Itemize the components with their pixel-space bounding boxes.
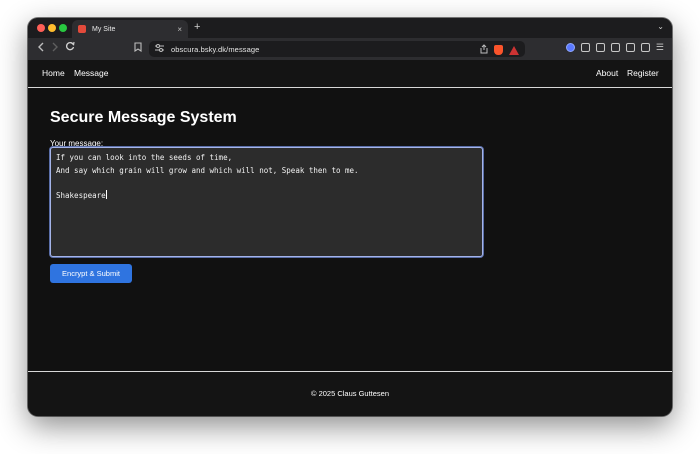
message-text: If you can look into the seeds of time, … [56, 153, 359, 200]
favicon-icon [78, 25, 86, 33]
tab-strip: My Site × + ⌄ [28, 18, 672, 38]
site-settings-icon[interactable] [155, 44, 164, 54]
nav-home-link[interactable]: Home [42, 68, 65, 78]
close-window-button[interactable] [37, 24, 45, 32]
minimize-window-button[interactable] [48, 24, 56, 32]
vpn-icon[interactable] [640, 43, 650, 52]
copyright-text: © 2025 Claus Guttesen [310, 389, 390, 398]
site-navbar: Home Message About Register [28, 60, 672, 88]
nav-register-link[interactable]: Register [627, 68, 659, 78]
chevron-right-icon[interactable] [48, 42, 62, 55]
chevron-left-icon[interactable] [34, 42, 48, 55]
profile-icon[interactable] [565, 43, 575, 52]
brave-rewards-icon[interactable] [509, 45, 519, 55]
tab-list-icon[interactable]: ⌄ [657, 22, 664, 31]
main-content: Secure Message System Your message: If y… [28, 89, 672, 371]
sidebar-icon[interactable] [595, 43, 605, 52]
bookmark-icon[interactable] [134, 42, 142, 54]
leo-icon[interactable] [625, 43, 635, 52]
page-title: Secure Message System [50, 109, 237, 126]
extensions-row: ☰ [565, 43, 664, 52]
share-icon[interactable] [480, 44, 488, 56]
message-textarea[interactable]: If you can look into the seeds of time, … [50, 147, 483, 257]
nav-message-link[interactable]: Message [74, 68, 109, 78]
new-tab-button[interactable]: + [194, 21, 200, 33]
site-footer: © 2025 Claus Guttesen [28, 371, 672, 416]
maximize-window-button[interactable] [59, 24, 67, 32]
tab-title: My Site [92, 25, 116, 33]
encrypt-submit-button[interactable]: Encrypt & Submit [50, 264, 132, 283]
browser-tab-active[interactable]: My Site × [72, 20, 188, 38]
menu-icon[interactable]: ☰ [656, 43, 664, 52]
reload-icon[interactable] [63, 41, 77, 54]
text-caret [105, 189, 107, 199]
tab-close-icon[interactable]: × [177, 25, 182, 34]
browser-window: My Site × + ⌄ obscura.bsky.dk/message ☰ … [28, 18, 672, 416]
address-bar[interactable]: obscura.bsky.dk/message [149, 41, 525, 57]
brave-shield-icon[interactable] [494, 45, 503, 55]
url-actions [480, 44, 519, 56]
url-text: obscura.bsky.dk/message [171, 44, 260, 54]
extensions-icon[interactable] [580, 43, 590, 52]
wallet-icon[interactable] [610, 43, 620, 52]
browser-toolbar: obscura.bsky.dk/message ☰ [28, 38, 672, 60]
nav-about-link[interactable]: About [596, 68, 618, 78]
